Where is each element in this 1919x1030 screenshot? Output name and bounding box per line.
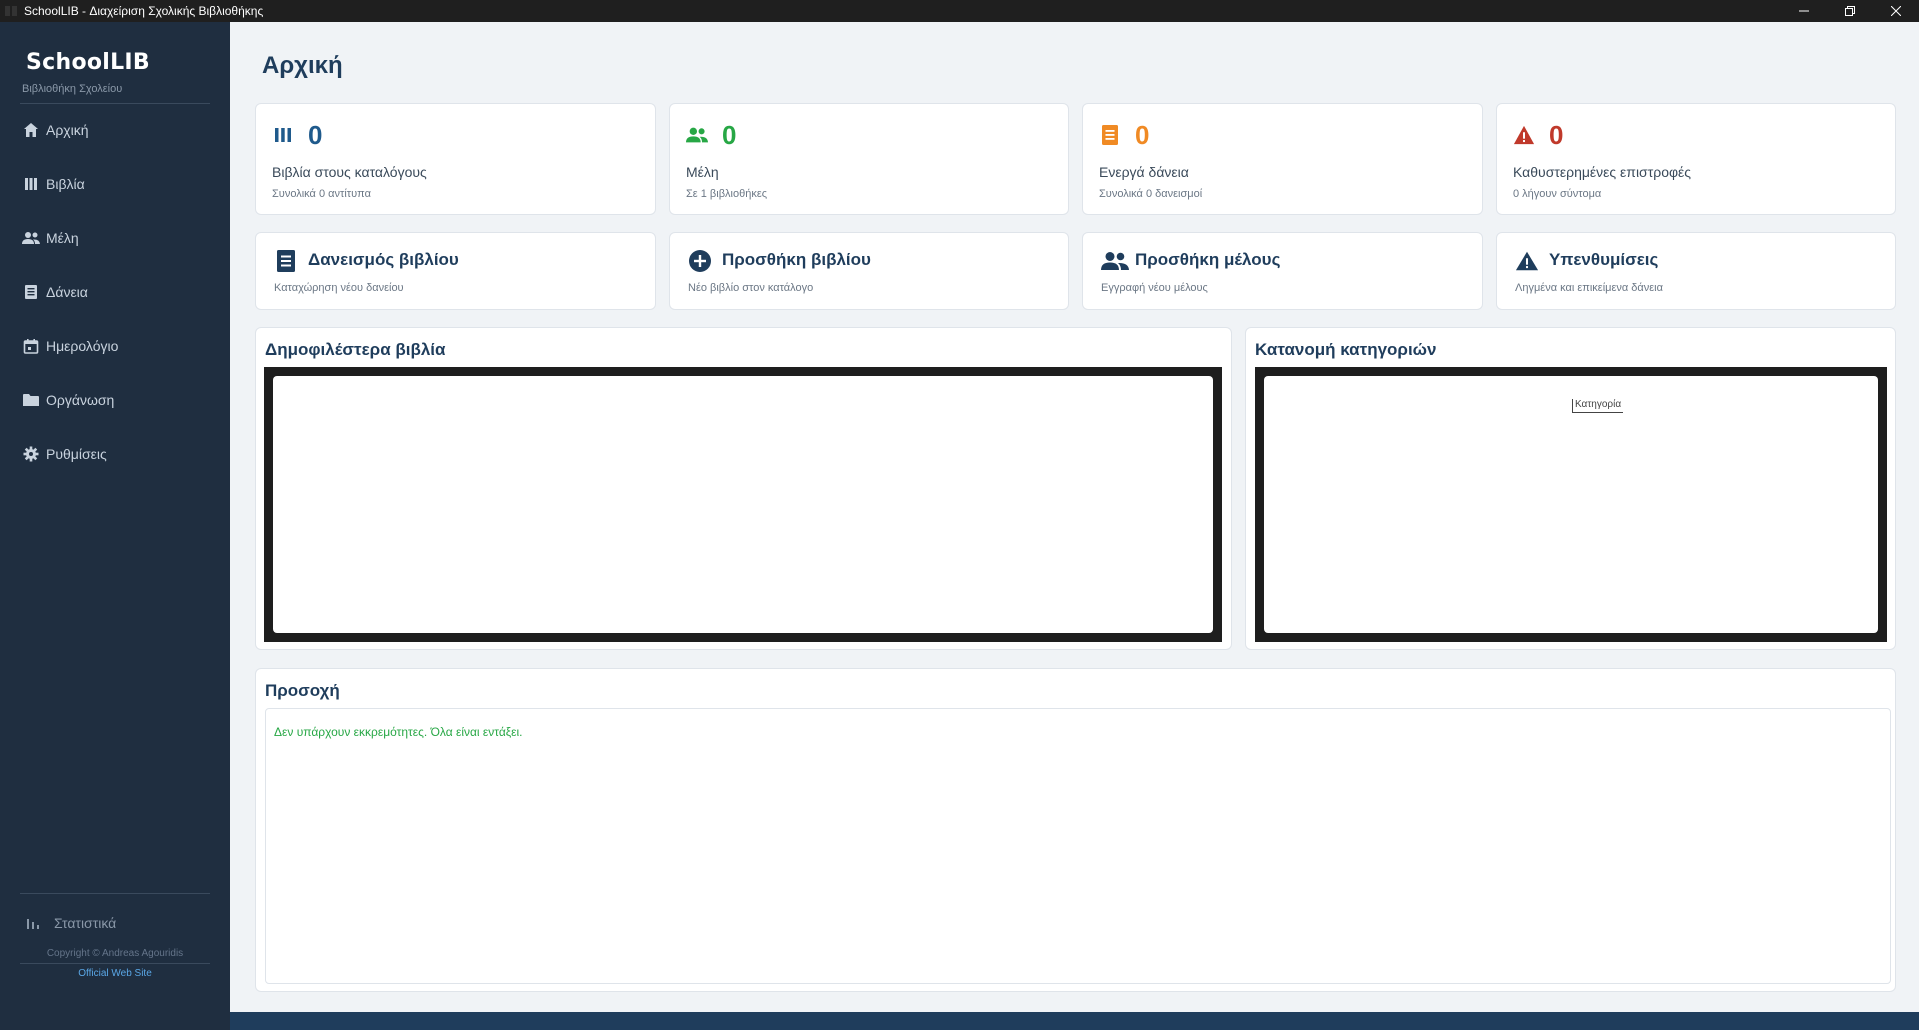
warning-icon bbox=[1515, 249, 1539, 273]
sidebar-item-label: Αρχική bbox=[46, 122, 89, 138]
app-book-icon bbox=[4, 5, 18, 17]
members-icon bbox=[22, 229, 40, 247]
copyright-text: Copyright © Andreas Agouridis bbox=[46, 948, 184, 959]
loan-doc-icon bbox=[274, 249, 298, 273]
sidebar-divider bbox=[20, 963, 210, 964]
categories-title: Κατανομή κατηγοριών bbox=[1255, 340, 1437, 359]
quick-action-label: Υπενθυμίσεις bbox=[1549, 250, 1659, 269]
minimize-button[interactable] bbox=[1781, 0, 1827, 22]
books-icon bbox=[22, 175, 40, 193]
sidebar-item-home[interactable]: Αρχική bbox=[22, 116, 212, 144]
stat-label: Καθυστερημένες επιστροφές bbox=[1513, 164, 1692, 180]
sidebar-item-label: Στατιστικά bbox=[54, 915, 117, 931]
quick-action-label: Προσθήκη βιβλίου bbox=[722, 250, 871, 269]
window-title: SchoolLIB - Διαχείριση Σχολικής Βιβλιοθή… bbox=[24, 4, 264, 18]
notice-message: Δεν υπάρχουν εκκρεμότητες. Όλα είναι εντ… bbox=[274, 725, 523, 739]
status-strip bbox=[230, 1012, 1919, 1030]
stat-subtext: Συνολικά 0 αντίτυπα bbox=[272, 188, 371, 200]
categories-panel: Κατανομή κατηγοριών Κατηγορία bbox=[1245, 327, 1896, 650]
sidebar-item-statistics[interactable]: Στατιστικά bbox=[24, 909, 214, 937]
sidebar-item-members[interactable]: Μέλη bbox=[22, 224, 212, 252]
stat-value: 0 bbox=[1135, 120, 1150, 150]
close-icon bbox=[1891, 6, 1901, 16]
stat-value: 0 bbox=[308, 120, 323, 150]
stat-card-books: 0 Βιβλία στους καταλόγους Συνολικά 0 αντ… bbox=[255, 103, 656, 215]
stat-value: 0 bbox=[1549, 120, 1564, 150]
quick-action-subtext: Καταχώρηση νέου δανείου bbox=[274, 282, 404, 294]
home-icon bbox=[22, 121, 40, 139]
stat-card-active-loans: 0 Ενεργά δάνεια Συνολικά 0 δανεισμοί bbox=[1082, 103, 1483, 215]
warning-icon bbox=[1513, 124, 1535, 146]
stat-label: Βιβλία στους καταλόγους bbox=[272, 164, 427, 180]
quick-action-subtext: Ληγμένα και επικείμενα δάνεια bbox=[1515, 282, 1663, 294]
restore-icon bbox=[1845, 6, 1855, 16]
sidebar-item-label: Ημερολόγιο bbox=[46, 338, 119, 354]
brand-title: SchoolLIB bbox=[26, 50, 150, 75]
loan-book-button[interactable]: Δανεισμός βιβλίου Καταχώρηση νέου δανείο… bbox=[255, 232, 656, 310]
notice-title: Προσοχή bbox=[265, 681, 340, 700]
sidebar-item-label: Δάνεια bbox=[46, 284, 88, 300]
sidebar-item-loans[interactable]: Δάνεια bbox=[22, 278, 212, 306]
stat-subtext: Σε 1 βιβλιοθήκες bbox=[686, 188, 768, 200]
sidebar-item-calendar[interactable]: Ημερολόγιο bbox=[22, 332, 212, 360]
notice-panel: Προσοχή Δεν υπάρχουν εκκρεμότητες. Όλα ε… bbox=[255, 668, 1896, 992]
quick-action-subtext: Νέο βιβλίο στον κατάλογο bbox=[688, 282, 814, 294]
quick-action-subtext: Εγγραφή νέου μέλους bbox=[1101, 282, 1208, 294]
stat-card-overdue: 0 Καθυστερημένες επιστροφές 0 λήγουν σύν… bbox=[1496, 103, 1896, 215]
categories-chart: Κατηγορία bbox=[1264, 376, 1878, 633]
bar-chart-icon bbox=[24, 914, 42, 932]
sidebar-item-books[interactable]: Βιβλία bbox=[22, 170, 212, 198]
sidebar-bottom-strip bbox=[0, 1012, 230, 1030]
stat-card-members: 0 Μέλη Σε 1 βιβλιοθήκες bbox=[669, 103, 1069, 215]
folder-icon bbox=[22, 391, 40, 409]
members-icon bbox=[1101, 249, 1129, 273]
stat-subtext: Συνολικά 0 δανεισμοί bbox=[1099, 188, 1203, 200]
sidebar-divider bbox=[20, 893, 210, 894]
quick-action-label: Δανεισμός βιβλίου bbox=[308, 250, 459, 269]
popular-books-chart bbox=[273, 376, 1213, 633]
stat-subtext: 0 λήγουν σύντομα bbox=[1513, 188, 1602, 200]
sidebar-item-label: Οργάνωση bbox=[46, 392, 115, 408]
plus-circle-icon bbox=[688, 249, 712, 273]
categories-chart-frame: Κατηγορία bbox=[1255, 367, 1887, 642]
sidebar-item-label: Βιβλία bbox=[46, 176, 85, 192]
add-member-button[interactable]: Προσθήκη μέλους Εγγραφή νέου μέλους bbox=[1082, 232, 1483, 310]
stat-label: Ενεργά δάνεια bbox=[1099, 164, 1189, 180]
sidebar-item-organization[interactable]: Οργάνωση bbox=[22, 386, 212, 414]
loans-icon bbox=[22, 283, 40, 301]
sidebar-item-settings[interactable]: Ρυθμίσεις bbox=[22, 440, 212, 468]
calendar-icon bbox=[22, 337, 40, 355]
restore-button[interactable] bbox=[1827, 0, 1873, 22]
stat-label: Μέλη bbox=[686, 164, 719, 180]
sidebar-item-label: Ρυθμίσεις bbox=[46, 446, 107, 462]
categories-legend-label: Κατηγορία bbox=[1572, 399, 1624, 413]
loans-icon bbox=[1099, 124, 1121, 146]
popular-books-panel: Δημοφιλέστερα βιβλία bbox=[255, 327, 1232, 650]
add-book-button[interactable]: Προσθήκη βιβλίου Νέο βιβλίο στον κατάλογ… bbox=[669, 232, 1069, 310]
window-titlebar: SchoolLIB - Διαχείριση Σχολικής Βιβλιοθή… bbox=[0, 0, 1919, 22]
stat-value: 0 bbox=[722, 120, 737, 150]
gear-icon bbox=[22, 445, 40, 463]
members-icon bbox=[686, 124, 708, 146]
reminders-button[interactable]: Υπενθυμίσεις Ληγμένα και επικείμενα δάνε… bbox=[1496, 232, 1896, 310]
popular-books-title: Δημοφιλέστερα βιβλία bbox=[265, 340, 446, 359]
sidebar: SchoolLIB Βιβλιοθήκη Σχολείου Αρχική Βιβ… bbox=[0, 22, 230, 1012]
quick-action-label: Προσθήκη μέλους bbox=[1135, 250, 1281, 269]
website-link[interactable]: Official Web Site bbox=[0, 968, 230, 979]
minimize-icon bbox=[1799, 10, 1809, 12]
close-button[interactable] bbox=[1873, 0, 1919, 22]
brand-subtitle: Βιβλιοθήκη Σχολείου bbox=[22, 83, 123, 95]
sidebar-item-label: Μέλη bbox=[46, 230, 79, 246]
page-title: Αρχική bbox=[262, 52, 343, 79]
books-icon bbox=[272, 124, 294, 146]
notice-box: Δεν υπάρχουν εκκρεμότητες. Όλα είναι εντ… bbox=[265, 708, 1891, 984]
popular-books-chart-frame bbox=[264, 367, 1222, 642]
sidebar-divider bbox=[20, 103, 210, 104]
